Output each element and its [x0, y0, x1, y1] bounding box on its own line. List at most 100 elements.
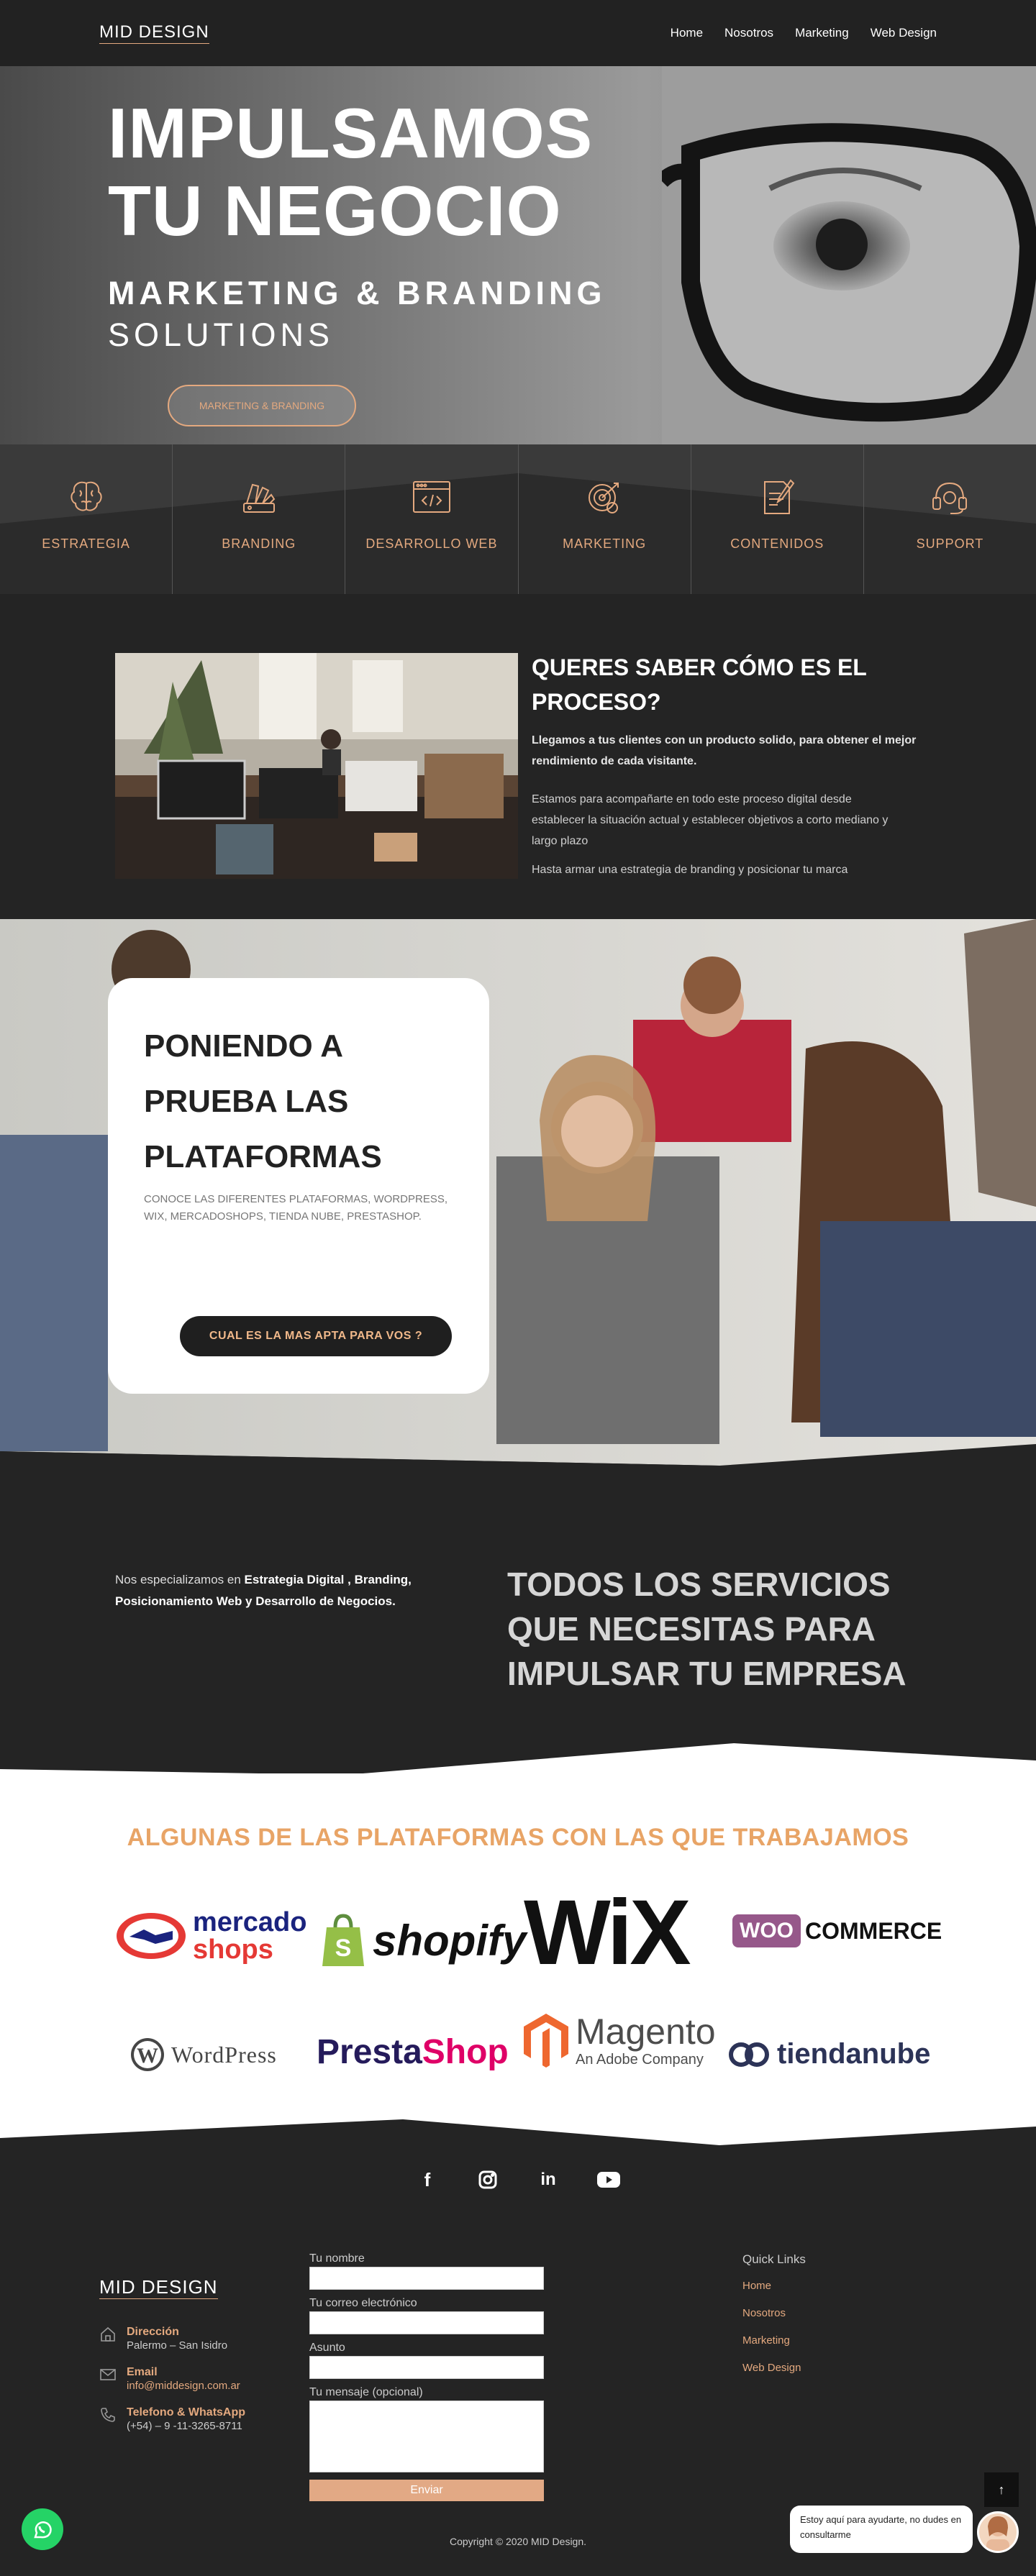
- wix-text: WiX: [524, 1881, 691, 1984]
- office-photo: [115, 653, 518, 879]
- shopping-bag-icon: S: [322, 1914, 364, 1966]
- service-marketing[interactable]: MARKETING: [519, 444, 691, 594]
- shop-text: Shop: [422, 2033, 509, 2071]
- linkedin-icon[interactable]: in: [536, 2168, 560, 2192]
- platforms-top-shape: [0, 1743, 1036, 1786]
- process-paragraph-1: Estamos para acompañarte en todo este pr…: [532, 793, 889, 847]
- message-label: Tu mensaje (opcional): [309, 2386, 423, 2398]
- hero-cta-button[interactable]: MARKETING & BRANDING: [168, 385, 356, 426]
- service-label: MARKETING: [563, 536, 647, 551]
- svg-text:S: S: [335, 1935, 352, 1962]
- headset-icon: [932, 482, 968, 514]
- contact-form: Tu nombre Tu correo electrónico Asunto T…: [309, 2252, 544, 2501]
- subject-input[interactable]: [309, 2356, 544, 2379]
- phone-label: Telefono & WhatsApp: [127, 2406, 246, 2419]
- address-label: Dirección: [127, 2326, 179, 2338]
- handshake-icon: [117, 1913, 186, 1959]
- nav-marketing[interactable]: Marketing: [795, 26, 849, 40]
- shops-text: shops: [193, 1935, 273, 1965]
- service-label: SUPPORT: [916, 536, 984, 551]
- tiendanube-logo: tiendanube: [727, 2038, 930, 2070]
- send-button[interactable]: Enviar: [309, 2480, 544, 2501]
- specialization-prefix: Nos especializamos en: [115, 1573, 245, 1586]
- nav-home[interactable]: Home: [671, 26, 703, 40]
- shopify-text: shopify: [373, 1916, 527, 1965]
- glasses-photo: [662, 66, 1036, 444]
- tiendanube-text: tiendanube: [777, 2038, 931, 2070]
- shopify-logo: S shopify: [319, 1913, 526, 1968]
- quick-link-home[interactable]: Home: [742, 2280, 806, 2292]
- wordpress-text: WordPress: [171, 2041, 277, 2068]
- mercadoshops-logo: mercado shops: [115, 1909, 306, 1963]
- quick-link-nosotros[interactable]: Nosotros: [742, 2307, 806, 2319]
- contact-phone: Telefono & WhatsApp (+54) – 9 -11-3265-8…: [99, 2406, 245, 2434]
- service-estrategia[interactable]: ESTRATEGIA: [0, 444, 173, 594]
- name-input[interactable]: [309, 2267, 544, 2290]
- footer-logo[interactable]: MID DESIGN: [99, 2276, 218, 2299]
- service-label: DESARROLLO WEB: [365, 536, 498, 551]
- testing-description: CONOCE LAS DIFERENTES PLATAFORMAS, WORDP…: [144, 1193, 448, 1223]
- site-header: MID DESIGN Home Nosotros Marketing Web D…: [0, 0, 1036, 66]
- process-lead: Llegamos a tus clientes con un producto …: [532, 734, 917, 767]
- main-nav: Home Nosotros Marketing Web Design: [671, 26, 937, 40]
- email-field[interactable]: [309, 2311, 544, 2334]
- quick-links: Quick Links Home Nosotros Marketing Web …: [742, 2252, 806, 2389]
- brain-icon: [70, 481, 102, 511]
- woocommerce-logo: WOO COMMERCE: [732, 1914, 942, 1947]
- process-section: QUERES SABER CÓMO ES EL PROCESO? Llegamo…: [0, 594, 1036, 919]
- testing-title: PONIENDO A PRUEBA LAS PLATAFORMAS: [144, 1028, 382, 1174]
- phone-value: (+54) – 9 -11-3265-8711: [127, 2420, 242, 2432]
- email-value[interactable]: info@middesign.com.ar: [127, 2379, 240, 2393]
- copyright-text: Copyright © 2020 MID Design.: [449, 2536, 587, 2547]
- platforms-bottom-shape: [0, 2119, 1036, 2155]
- home-icon: [101, 2326, 115, 2342]
- color-swatch-icon: [242, 483, 276, 513]
- service-branding[interactable]: BRANDING: [173, 444, 346, 594]
- wordpress-icon: W: [131, 2038, 164, 2071]
- name-label: Tu nombre: [309, 2252, 365, 2265]
- commerce-text: COMMERCE: [805, 1917, 942, 1944]
- target-gear-icon: [589, 483, 619, 513]
- hero-title-line1: IMPULSAMOS: [108, 93, 594, 173]
- quick-links-title: Quick Links: [742, 2252, 806, 2266]
- service-label: CONTENIDOS: [730, 536, 824, 551]
- service-label: BRANDING: [222, 536, 296, 551]
- prestashop-logo: Presta Shop: [317, 2032, 509, 2072]
- service-support[interactable]: SUPPORT: [864, 444, 1036, 594]
- youtube-icon[interactable]: [596, 2168, 621, 2192]
- email-field-label: Tu correo electrónico: [309, 2297, 417, 2309]
- document-pen-icon: [764, 479, 795, 514]
- code-window-icon: [412, 481, 450, 513]
- presta-text: Presta: [317, 2033, 422, 2071]
- phone-icon: [101, 2408, 115, 2422]
- scroll-to-top-button[interactable]: ↑: [984, 2472, 1019, 2507]
- contact-email: Email info@middesign.com.ar: [99, 2366, 240, 2393]
- platforms-title: ALGUNAS DE LAS PLATAFORMAS CON LAS QUE T…: [127, 1824, 909, 1851]
- service-contenidos[interactable]: CONTENIDOS: [691, 444, 864, 594]
- platform-testing-section: PONIENDO A PRUEBA LAS PLATAFORMAS CONOCE…: [0, 919, 1036, 1466]
- email-label: Email: [127, 2366, 158, 2378]
- contact-address: Dirección Palermo – San Isidro: [99, 2326, 227, 2353]
- service-desarrollo-web[interactable]: DESARROLLO WEB: [345, 444, 519, 594]
- cloud-loop-icon: [729, 2042, 769, 2067]
- instagram-icon[interactable]: [476, 2168, 500, 2192]
- hero-subtitle: MARKETING & BRANDING: [108, 275, 606, 311]
- all-services-section: Nos especializamos en Estrategia Digital…: [0, 1466, 1036, 1773]
- message-textarea[interactable]: [309, 2401, 544, 2472]
- hero-section: IMPULSAMOS TU NEGOCIO MARKETING & BRANDI…: [0, 66, 1036, 444]
- testing-cta-button[interactable]: CUAL ES LA MAS APTA PARA VOS ?: [180, 1316, 452, 1356]
- nav-web-design[interactable]: Web Design: [871, 26, 937, 40]
- magento-logo: Magento An Adobe Company: [521, 2011, 716, 2068]
- facebook-icon[interactable]: f: [415, 2168, 440, 2192]
- wordpress-logo: W WordPress: [130, 2037, 277, 2073]
- all-services-heading: TODOS LOS SERVICIOS QUE NECESITAS PARA I…: [507, 1566, 906, 1693]
- quick-link-web-design[interactable]: Web Design: [742, 2362, 806, 2374]
- quick-link-marketing[interactable]: Marketing: [742, 2334, 806, 2347]
- site-logo[interactable]: MID DESIGN: [99, 22, 209, 44]
- subject-label: Asunto: [309, 2342, 345, 2354]
- mercado-text: mercado: [193, 1907, 307, 1937]
- nav-nosotros[interactable]: Nosotros: [724, 26, 773, 40]
- wix-logo: WiX: [524, 1881, 691, 1984]
- specialization-text: Nos especializamos en Estrategia Digital…: [115, 1569, 453, 1612]
- hero-subtitle-2: SOLUTIONS: [108, 316, 335, 353]
